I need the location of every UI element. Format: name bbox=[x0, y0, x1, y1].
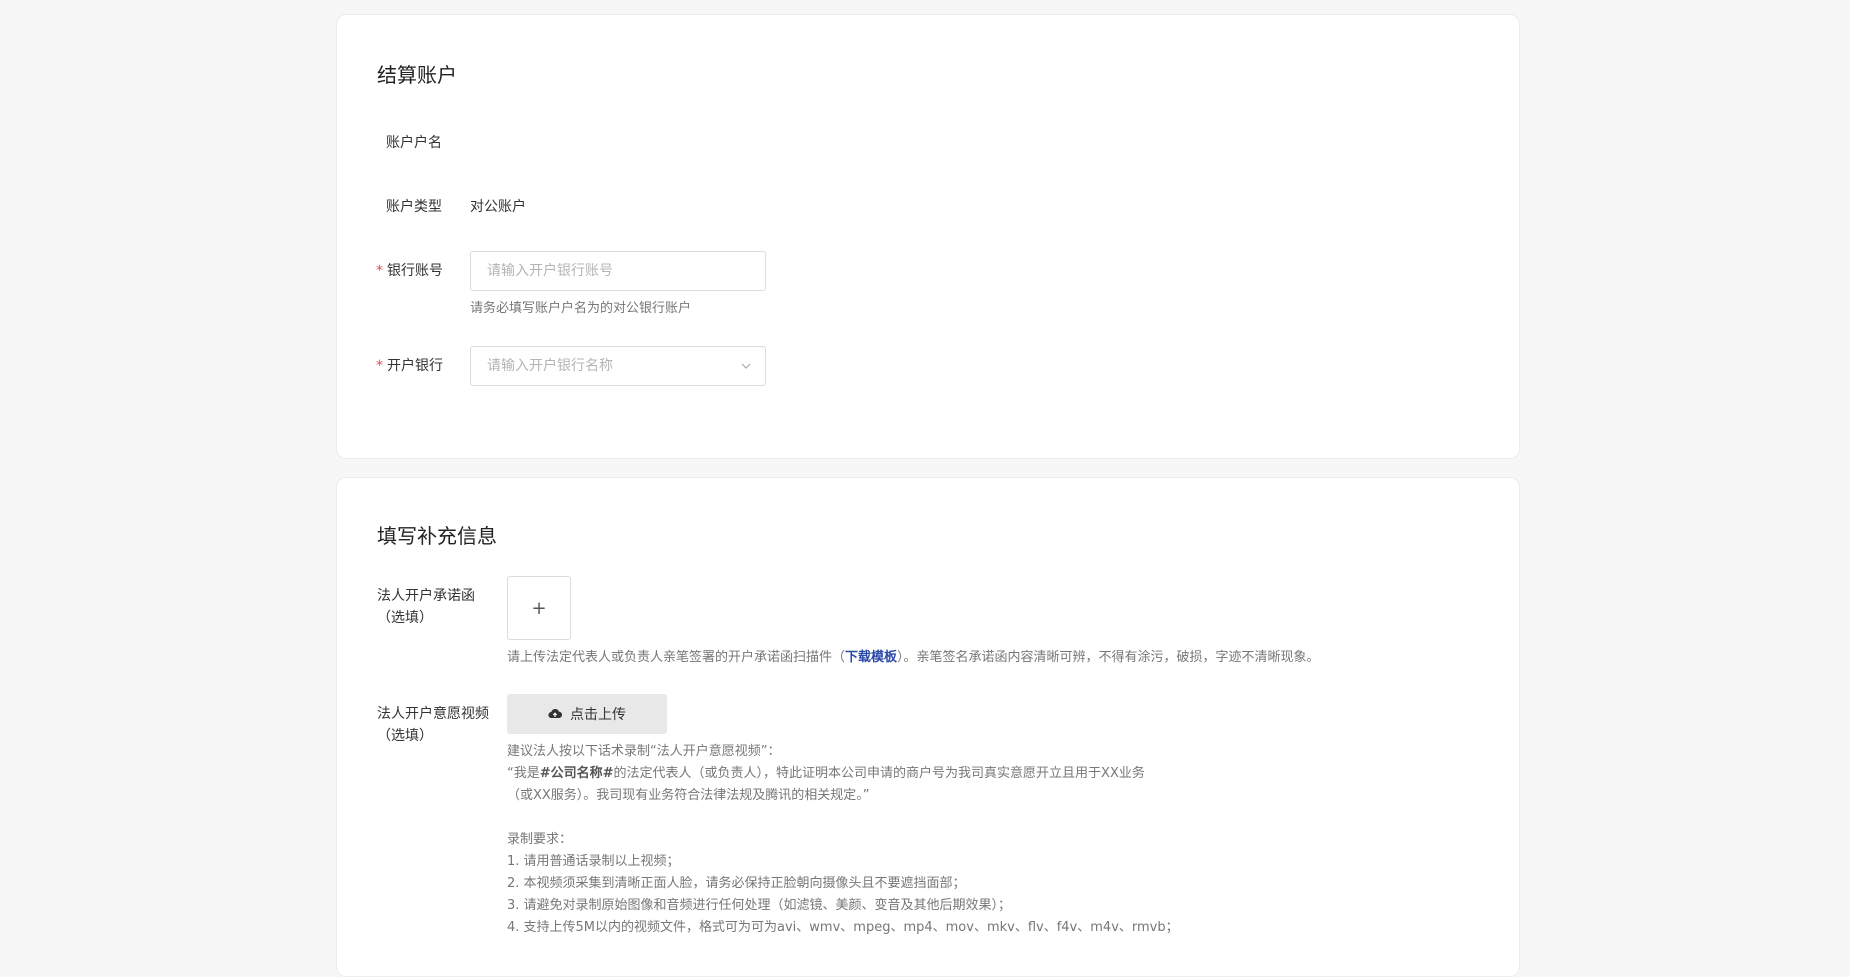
video-script-line2: （或XX服务）。我司现有业务符合法律法规及腾讯的相关规定。” bbox=[507, 788, 870, 803]
plus-icon: + bbox=[531, 597, 547, 619]
commitment-letter-label-line2: （选填） bbox=[377, 610, 433, 626]
supplement-info-card: 填写补充信息 法人开户承诺函 （选填） + 请上传法定代表人或负责人亲笔签署的开… bbox=[336, 477, 1520, 977]
bank-account-label-text: 银行账号 bbox=[387, 263, 443, 279]
commitment-letter-label: 法人开户承诺函 （选填） bbox=[377, 585, 475, 629]
recording-requirement-4: 4. 支持上传5M以内的视频文件，格式可为可为avi、wmv、mpeg、mp4、… bbox=[507, 920, 1179, 935]
recording-requirements-title: 录制要求： bbox=[507, 832, 573, 847]
account-name-label: 账户户名 bbox=[386, 135, 442, 151]
account-type-label: 账户类型 bbox=[386, 199, 442, 215]
settlement-account-card: 结算账户 账户户名 账户类型 对公账户 *银行账号 请务必填写账户户名为的对公银… bbox=[336, 14, 1520, 459]
video-script-line1: “我是#公司名称#的法定代表人（或负责人），特此证明本公司申请的商户号为我司真实… bbox=[507, 763, 1267, 785]
download-template-link[interactable]: 下载模板 bbox=[845, 650, 897, 665]
cloud-upload-icon bbox=[548, 709, 562, 719]
commitment-letter-hint: 请上传法定代表人或负责人亲笔签署的开户承诺函扫描件（下载模板）。亲笔签名承诺函内… bbox=[507, 648, 1320, 668]
bank-select[interactable] bbox=[470, 346, 766, 386]
required-mark: * bbox=[376, 358, 383, 374]
bank-select-input[interactable] bbox=[470, 346, 766, 386]
intention-video-label-line2: （选填） bbox=[377, 728, 433, 744]
video-script-prefix: “我是 bbox=[507, 766, 540, 781]
account-type-value: 对公账户 bbox=[470, 199, 526, 215]
commitment-letter-upload[interactable]: + bbox=[507, 576, 571, 640]
video-guidance: 建议法人按以下话术录制“法人开户意愿视频”： “我是#公司名称#的法定代表人（或… bbox=[507, 741, 1267, 939]
bank-account-input[interactable] bbox=[470, 251, 766, 291]
recording-requirement-1: 1. 请用普通话录制以上视频； bbox=[507, 854, 680, 869]
intention-video-label-line1: 法人开户意愿视频 bbox=[377, 706, 489, 722]
upload-video-button[interactable]: 点击上传 bbox=[507, 694, 667, 734]
settlement-account-title: 结算账户 bbox=[377, 63, 457, 87]
recording-requirement-3: 3. 请避免对录制原始图像和音频进行任何处理（如滤镜、美颜、变音及其他后期效果）… bbox=[507, 898, 1012, 913]
bank-account-hint: 请务必填写账户户名为的对公银行账户 bbox=[470, 301, 692, 316]
upload-video-button-label: 点击上传 bbox=[570, 707, 626, 723]
commitment-letter-hint-before: 请上传法定代表人或负责人亲笔签署的开户承诺函扫描件（ bbox=[507, 650, 846, 665]
supplement-info-title: 填写补充信息 bbox=[377, 524, 497, 548]
required-mark: * bbox=[376, 263, 383, 279]
bank-account-label: * 银行账号 bbox=[376, 260, 443, 282]
commitment-letter-label-line1: 法人开户承诺函 bbox=[377, 588, 475, 604]
chevron-down-icon[interactable] bbox=[740, 360, 752, 372]
commitment-letter-hint-after: ）。亲笔签名承诺函内容清晰可辨，不得有涂污，破损，字迹不清晰现象。 bbox=[897, 650, 1320, 665]
bank-label: * 开户银行 bbox=[376, 355, 443, 377]
bank-label-text: 开户银行 bbox=[387, 358, 443, 374]
video-script-company: #公司名称# bbox=[539, 766, 614, 781]
recording-requirement-2: 2. 本视频须采集到清晰正面人脸，请务必保持正脸朝向摄像头且不要遮挡面部； bbox=[507, 876, 966, 891]
video-script-suffix: 的法定代表人（或负责人），特此证明本公司申请的商户号为我司真实意愿开立且用于XX… bbox=[613, 766, 1145, 781]
intention-video-label: 法人开户意愿视频 （选填） bbox=[377, 703, 489, 747]
video-intro: 建议法人按以下话术录制“法人开户意愿视频”： bbox=[507, 744, 781, 759]
